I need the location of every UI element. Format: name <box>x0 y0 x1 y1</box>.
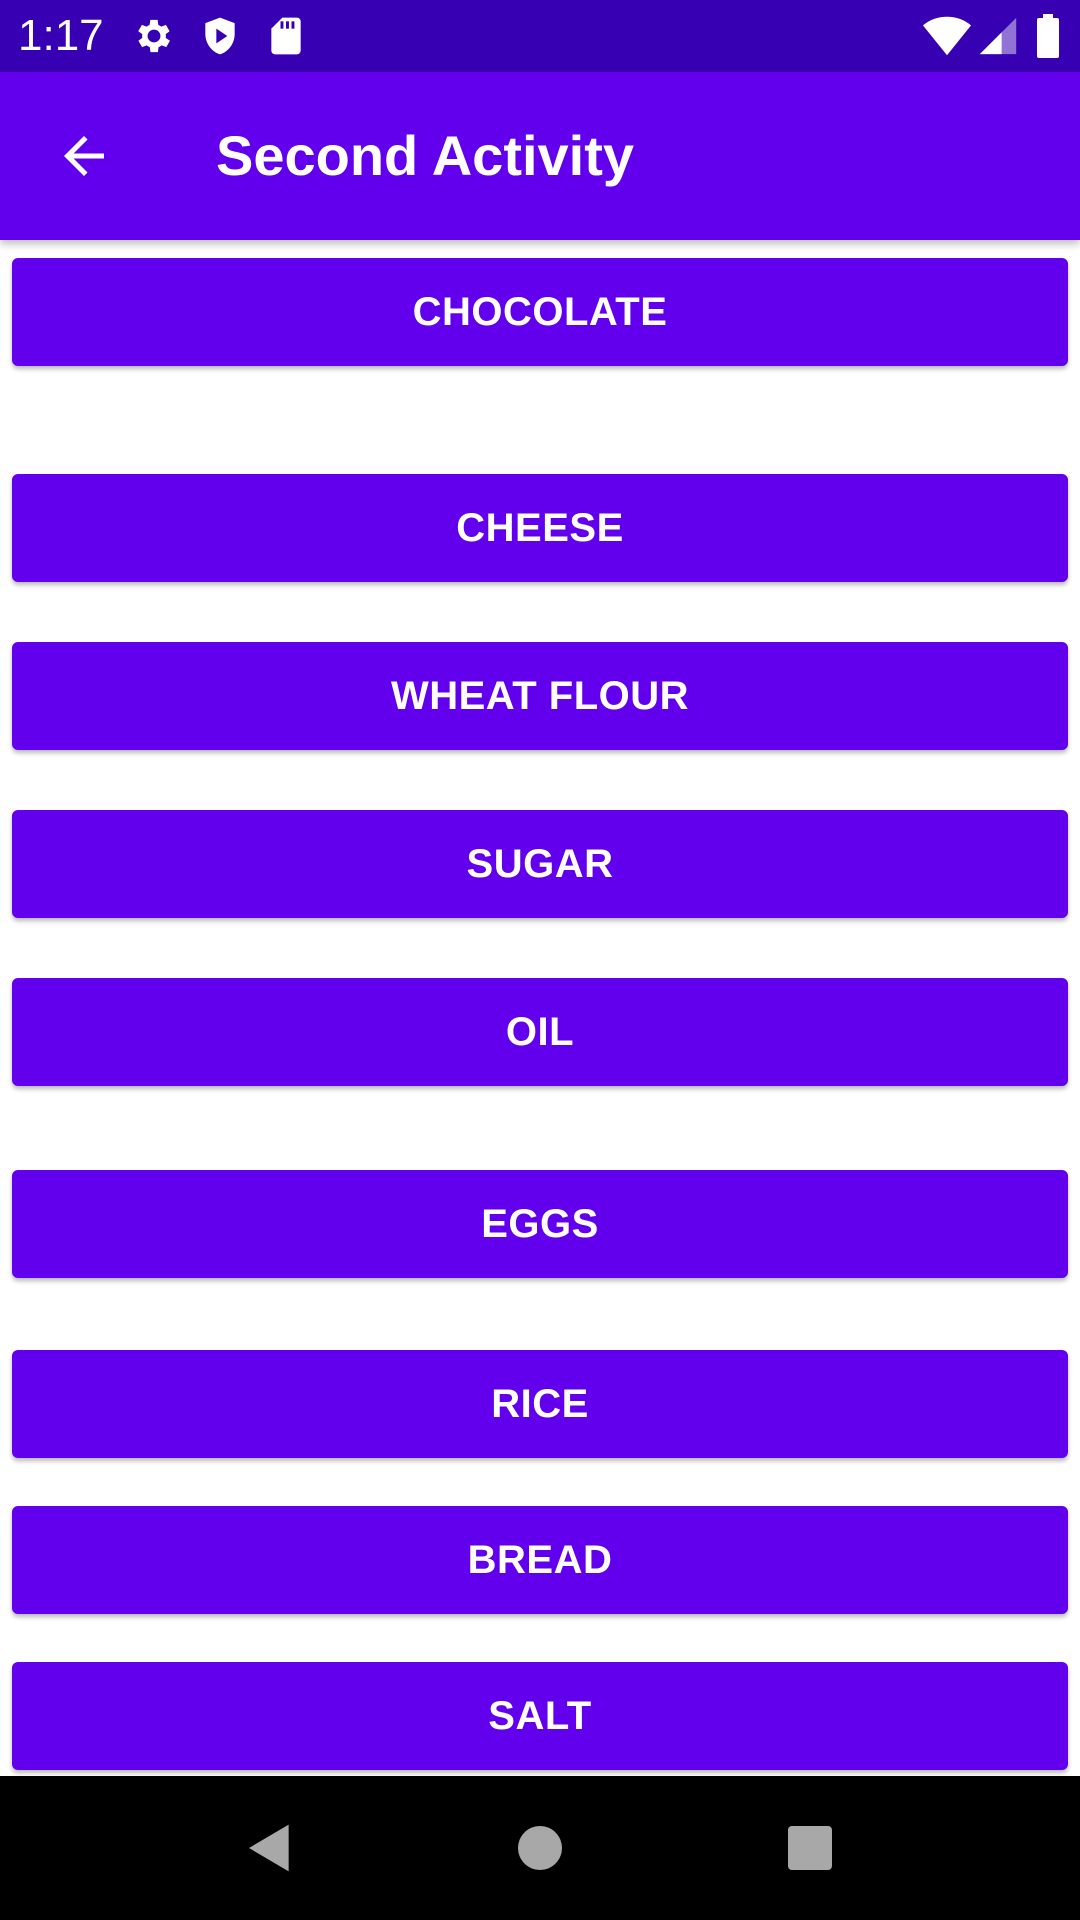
navigation-bar <box>0 1776 1080 1920</box>
status-bar: 1:17 <box>0 0 1080 72</box>
chocolate-button[interactable]: CHOCOLATE <box>12 258 1068 366</box>
back-triangle-icon <box>249 1824 289 1872</box>
sd-card-icon <box>271 17 301 55</box>
wheat-flour-button[interactable]: WHEAT FLOUR <box>12 642 1068 750</box>
recents-square-icon <box>788 1826 832 1870</box>
salt-button[interactable]: SALT <box>12 1662 1068 1770</box>
eggs-button[interactable]: EGGS <box>12 1170 1068 1278</box>
nav-recents-button[interactable] <box>760 1798 860 1898</box>
oil-button[interactable]: OIL <box>12 978 1068 1086</box>
shield-play-icon <box>205 17 235 55</box>
rice-button[interactable]: RICE <box>12 1350 1068 1458</box>
cell-signal-icon <box>979 17 1017 55</box>
wifi-icon <box>922 16 972 56</box>
battery-icon <box>1037 14 1059 58</box>
page-title: Second Activity <box>216 124 635 187</box>
status-time: 1:17 <box>18 11 104 60</box>
nav-home-button[interactable] <box>490 1798 590 1898</box>
gear-icon <box>138 19 170 53</box>
nav-back-button[interactable] <box>220 1798 320 1898</box>
sugar-button[interactable]: SUGAR <box>12 810 1068 918</box>
arrow-back-icon <box>64 136 104 176</box>
back-button[interactable] <box>40 112 128 200</box>
screen: 1:17 Second Activity CHOCOLATE CHEESE WH… <box>0 0 1080 1920</box>
cheese-button[interactable]: CHEESE <box>12 474 1068 582</box>
bread-button[interactable]: BREAD <box>12 1506 1068 1614</box>
app-bar: Second Activity <box>0 72 1080 240</box>
home-circle-icon <box>518 1826 562 1870</box>
